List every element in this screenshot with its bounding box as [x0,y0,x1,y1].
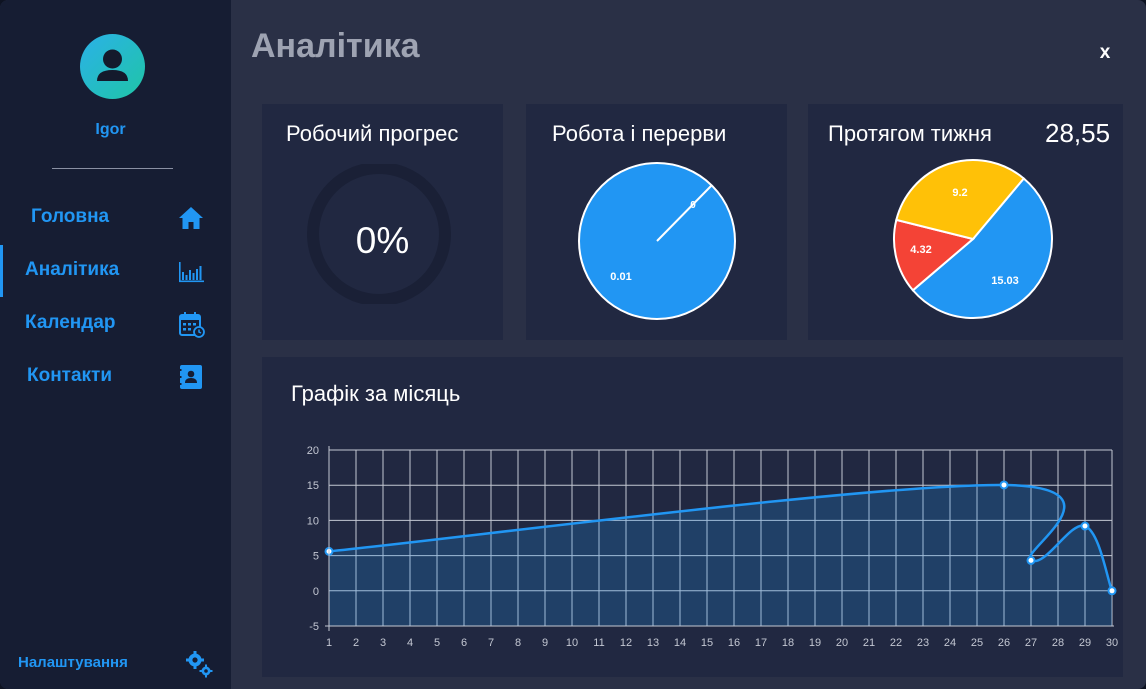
sidebar-item-contacts[interactable]: Контакти [0,355,231,399]
y-tick-label: -5 [309,621,319,633]
pie-label-break: 0 [690,200,696,211]
x-tick-label: 21 [863,637,875,649]
x-tick-label: 27 [1025,637,1037,649]
x-tick-label: 26 [998,637,1010,649]
month-card: Графік за місяць 20 15 10 5 0 -5 1 2 3 4 5 6 7 8 9 10 11… [262,357,1123,677]
pie-label-work: 0.01 [610,271,631,283]
x-tick-label: 14 [674,637,686,649]
x-tick-label: 9 [542,637,548,649]
y-tick-label: 15 [307,480,319,492]
sidebar-item-label: Контакти [27,365,113,386]
x-tick-label: 30 [1106,637,1118,649]
progress-card-title: Робочий прогрес [286,121,459,146]
avatar[interactable] [80,34,145,99]
x-tick-label: 28 [1052,637,1064,649]
y-tick-label: 10 [307,515,319,527]
x-tick-label: 29 [1079,637,1091,649]
x-tick-label: 15 [701,637,713,649]
gears-icon [186,651,213,678]
settings-button[interactable]: Налаштування [0,648,231,678]
x-tick-label: 22 [890,637,902,649]
y-tick-label: 20 [307,445,319,457]
x-tick-label: 13 [647,637,659,649]
pie-label-yellow: 9.2 [952,187,967,199]
x-tick-label: 7 [488,637,494,649]
pie-label-blue: 15.03 [991,275,1019,287]
x-tick-label: 4 [407,637,413,649]
username: Igor [95,121,126,138]
x-tick-label: 24 [944,637,956,649]
y-tick-label: 0 [313,586,319,598]
x-tick-label: 25 [971,637,983,649]
x-tick-label: 18 [782,637,794,649]
sidebar-item-home[interactable]: Головна [0,196,231,240]
x-tick-label: 2 [353,637,359,649]
progress-card: Робочий прогрес 0% [262,104,503,340]
x-tick-label: 23 [917,637,929,649]
settings-label: Налаштування [18,654,128,671]
sidebar-item-label: Календар [25,312,116,333]
data-point[interactable] [1080,521,1090,531]
data-point[interactable] [1026,555,1036,565]
x-tick-label: 5 [434,637,440,649]
month-line-chart: 20151050-51 2 3 4 5 6 7 8 9 10 11 12 13 14 15 16 17 18 19 2… [307,445,1118,649]
x-tick-label: 3 [380,637,386,649]
x-tick-label: 12 [620,637,632,649]
x-tick-label: 17 [755,637,767,649]
x-tick-label: 1 [326,637,332,649]
main-area: Аналітика x Робочий прогрес 0% Робота і … [231,0,1146,689]
sidebar-item-analytics[interactable]: Аналітика [0,249,231,293]
week-card: Протягом тижня 28,55 9.2 4.32 15.03 [808,104,1123,340]
sidebar-item-label: Головна [31,206,110,227]
bar-chart-icon [179,262,204,283]
progress-value: 0% [355,220,410,261]
x-tick-label: 19 [809,637,821,649]
x-tick-label: 6 [461,637,467,649]
x-tick-label: 8 [515,637,521,649]
week-pie: 9.2 4.32 15.03 [893,159,1053,319]
sidebar-item-calendar[interactable]: Календар [0,302,231,346]
close-button[interactable]: x [1093,38,1117,68]
data-point[interactable] [1107,586,1117,596]
contact-book-icon [178,365,202,389]
page-title: Аналітика [251,27,420,65]
data-point[interactable] [999,480,1009,490]
x-tick-label: 10 [566,637,578,649]
x-tick-label: 16 [728,637,740,649]
sidebar-divider [52,168,173,169]
sidebar: Igor Головна Аналітика Календар Контакти… [0,0,231,689]
pie-label-red: 4.32 [910,244,931,256]
y-tick-label: 5 [313,551,319,563]
app-window: Igor Головна Аналітика Календар Контакти… [0,0,1146,689]
work-breaks-pie: 0 0.01 [578,162,736,320]
user-icon [97,49,128,81]
work-breaks-card: Робота і перерви 0 0.01 [526,104,787,340]
calendar-icon [179,312,205,338]
x-tick-label: 11 [593,637,604,649]
x-tick-label: 20 [836,637,848,649]
home-icon [179,207,203,229]
sidebar-item-label: Аналітика [25,259,120,280]
